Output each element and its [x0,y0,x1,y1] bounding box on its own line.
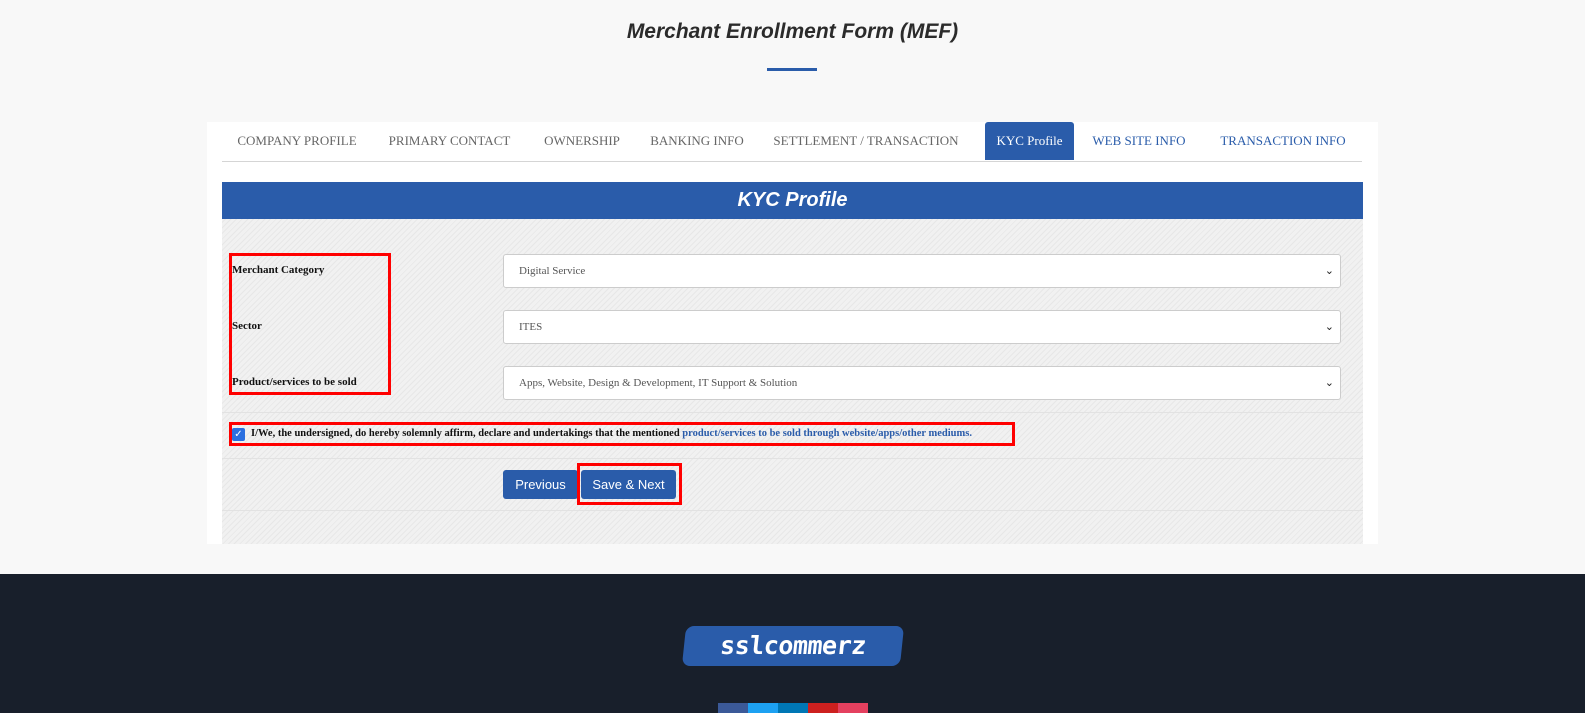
affirmation-statement: I/We, the undersigned, do hereby solemnl… [251,428,680,439]
title-underline [767,68,817,71]
chevron-down-icon: ⌄ [1324,320,1334,333]
chevron-down-icon: ⌄ [1324,376,1334,389]
merchant-category-select[interactable]: Digital Service ⌄ [503,254,1341,288]
merchant-category-label: Merchant Category [232,264,325,276]
affirmation-link[interactable]: product/services to be sold through webs… [682,428,972,439]
tab-settlement-transaction[interactable]: SETTLEMENT / TRANSACTION [757,122,975,160]
sector-value: ITES [519,321,543,333]
kyc-form: KYC Profile Merchant Category Digital Se… [222,182,1363,544]
divider [222,458,1363,459]
page-title: Merchant Enrollment Form (MEF) [626,20,959,43]
tab-transaction-info[interactable]: TRANSACTION INFO [1204,122,1362,160]
sector-label: Sector [232,320,262,332]
chevron-down-icon: ⌄ [1324,264,1334,277]
sector-select[interactable]: ITES ⌄ [503,310,1341,344]
form-panel: COMPANY PROFILE PRIMARY CONTACT OWNERSHI… [207,122,1378,544]
previous-button[interactable]: Previous [503,470,578,499]
affirmation-text: I/We, the undersigned, do hereby solemnl… [251,428,972,439]
tab-banking-info[interactable]: BANKING INFO [637,122,757,160]
divider [222,412,1363,413]
divider [222,510,1363,511]
save-next-button[interactable]: Save & Next [581,470,676,499]
product-services-select[interactable]: Apps, Website, Design & Development, IT … [503,366,1341,400]
social-icon[interactable] [808,703,838,713]
social-icon[interactable] [838,703,868,713]
tab-company-profile[interactable]: COMPANY PROFILE [222,122,372,160]
product-services-value: Apps, Website, Design & Development, IT … [519,377,798,389]
product-services-label: Product/services to be sold [232,376,357,388]
section-header: KYC Profile [222,182,1363,219]
affirmation-checkbox[interactable]: ✓ [232,428,245,441]
social-icon[interactable] [718,703,748,713]
tab-bar: COMPANY PROFILE PRIMARY CONTACT OWNERSHI… [222,122,1362,162]
tab-ownership[interactable]: OWNERSHIP [527,122,637,160]
social-icon[interactable] [748,703,778,713]
footer: sslcommerz [0,574,1585,713]
tab-web-site-info[interactable]: WEB SITE INFO [1074,122,1204,160]
merchant-category-value: Digital Service [519,265,586,277]
social-icon[interactable] [778,703,808,713]
sslcommerz-logo: sslcommerz [681,626,905,666]
checkmark-icon: ✓ [234,429,243,440]
tab-kyc-profile[interactable]: KYC Profile [985,122,1074,160]
tab-primary-contact[interactable]: PRIMARY CONTACT [372,122,527,160]
